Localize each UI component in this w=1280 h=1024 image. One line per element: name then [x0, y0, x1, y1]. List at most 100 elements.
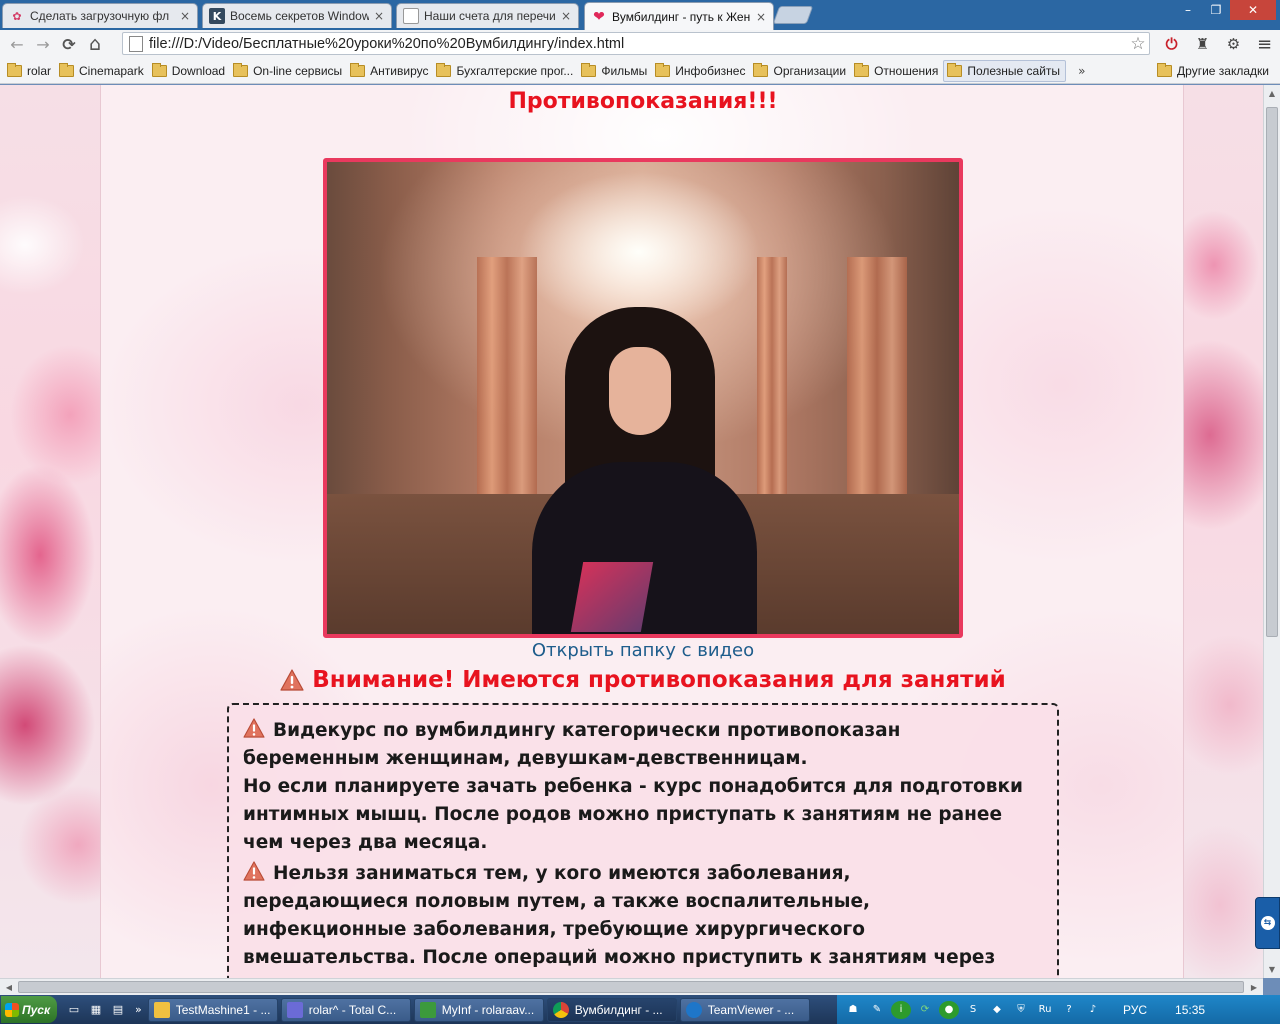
bookmark-rolar[interactable]: rolar	[4, 60, 56, 82]
extension-gear-icon[interactable]: ⚙	[1218, 32, 1249, 56]
bookmark-download[interactable]: Download	[149, 60, 230, 82]
maximize-button[interactable]: ❐	[1202, 0, 1230, 20]
start-button[interactable]: Пуск	[1, 996, 57, 1023]
url-input[interactable]	[149, 35, 1127, 52]
language-ru-icon[interactable]: Ru	[1035, 1001, 1055, 1019]
tab-title: Сделать загрузочную фл	[30, 9, 170, 23]
bookmarks-bar: rolar Cinemapark Download On-line сервис…	[0, 58, 1280, 84]
minimize-button[interactable]: –	[1174, 0, 1202, 20]
bookmark-accounting[interactable]: Бухгалтерские прог...	[433, 60, 578, 82]
windows-logo-icon	[5, 1002, 19, 1017]
tab-title: Наши счета для перечис	[424, 9, 556, 23]
open-video-folder-link[interactable]: Открыть папку с видео	[101, 640, 1185, 661]
tab-close-icon[interactable]: ×	[560, 9, 572, 23]
task-myinf[interactable]: MyInf - rolaraav...	[413, 997, 544, 1022]
bookmark-label: On-line сервисы	[253, 63, 343, 78]
horizontal-scrollbar[interactable]: ◀ ▶	[0, 978, 1263, 995]
scroll-down-arrow-icon[interactable]: ▼	[1264, 961, 1280, 978]
bookmark-organizations[interactable]: Организации	[750, 60, 851, 82]
chrome-icon	[552, 1001, 569, 1018]
warning-line: Но если планируете зачать ребенка - курс…	[243, 776, 1023, 797]
forward-button[interactable]: →	[30, 32, 56, 56]
task-teamviewer[interactable]: TeamViewer - ...	[679, 997, 810, 1022]
network-icon[interactable]: ☗	[843, 1001, 863, 1019]
home-button[interactable]: ⌂	[82, 32, 108, 56]
task-chrome-wombuilding[interactable]: Вумбилдинг - ...	[546, 997, 677, 1022]
bookmark-label: Отношения	[874, 63, 939, 78]
pen-icon[interactable]: ✎	[867, 1001, 887, 1019]
back-button[interactable]: ←	[4, 32, 30, 56]
video-player[interactable]	[323, 158, 963, 638]
info-icon[interactable]: i	[891, 1000, 911, 1019]
warning-box: Видекурс по вумбилдингу категорически пр…	[227, 703, 1059, 978]
folder-icon	[153, 1001, 170, 1018]
warning-heading-text: Внимание! Имеются противопоказания для з…	[312, 667, 1006, 693]
bookmark-films[interactable]: Фильмы	[578, 60, 652, 82]
total-commander-icon[interactable]: ▤	[107, 999, 129, 1021]
extension-rook-icon[interactable]: ♜	[1187, 32, 1218, 56]
vertical-scroll-thumb[interactable]	[1266, 107, 1278, 637]
clock[interactable]: 15:35	[1175, 1003, 1205, 1017]
scroll-left-arrow-icon[interactable]: ◀	[1, 980, 17, 995]
bookmark-online-services[interactable]: On-line сервисы	[230, 60, 347, 82]
flower-favicon-icon: ✿	[12, 9, 22, 23]
dropbox-icon[interactable]: ◆	[987, 1001, 1007, 1019]
folder-icon	[59, 62, 75, 77]
show-desktop-icon[interactable]: ▭	[63, 999, 85, 1021]
sync-icon[interactable]: ⟳	[915, 1001, 935, 1019]
bookmark-label: Бухгалтерские прог...	[456, 63, 574, 78]
tab-close-icon[interactable]: ×	[755, 10, 767, 24]
extension-buttons: ⏻ ♜ ⚙ ≡	[1156, 32, 1280, 56]
browser-toolbar: ← → ⟳ ⌂ ☆ ⏻ ♜ ⚙ ≡	[0, 30, 1280, 58]
antivirus-icon[interactable]: ●	[939, 1000, 959, 1019]
task-label: Вумбилдинг - ...	[574, 1002, 663, 1017]
scroll-right-arrow-icon[interactable]: ▶	[1246, 980, 1262, 995]
video-scene	[609, 347, 671, 435]
vertical-scrollbar[interactable]: ▲ ▼	[1263, 85, 1280, 978]
tab-active[interactable]: ❤ Вумбилдинг - путь к Жен ×	[584, 2, 774, 30]
tab-close-icon[interactable]: ×	[179, 9, 191, 23]
bookmark-cinemapark[interactable]: Cinemapark	[56, 60, 149, 82]
explorer-icon[interactable]: ▦	[85, 999, 107, 1021]
horizontal-scroll-thumb[interactable]	[18, 981, 1244, 993]
video-scene	[570, 562, 654, 632]
warning-line: инфекционные заболевания, требующие хиру…	[243, 919, 865, 940]
window-controls: – ❐ ✕	[1174, 0, 1276, 20]
keyboard-language-indicator[interactable]: РУС	[1123, 1003, 1147, 1017]
help-icon[interactable]: ?	[1059, 1001, 1079, 1019]
scroll-up-arrow-icon[interactable]: ▲	[1264, 85, 1280, 102]
warning-line: беременным женщинам, девушкам-девственни…	[243, 748, 808, 769]
tab-2[interactable]: K Восемь секретов Window ×	[202, 3, 392, 28]
folder-icon	[233, 62, 249, 77]
bookmark-antivirus[interactable]: Антивирус	[347, 60, 433, 82]
task-total-commander[interactable]: rolar^ - Total C...	[280, 997, 411, 1022]
shield-icon[interactable]: ⛨	[1011, 1001, 1031, 1019]
bookmarks-overflow-button[interactable]: »	[1078, 64, 1085, 78]
bookmark-label: rolar	[27, 63, 52, 78]
menu-icon[interactable]: ≡	[1249, 32, 1280, 56]
bookmark-relations[interactable]: Отношения	[851, 60, 943, 82]
warning-line: интимных мышц. После родов можно приступ…	[243, 804, 1002, 825]
reload-button[interactable]: ⟳	[56, 32, 82, 56]
bookmark-infobusiness[interactable]: Инфобизнес	[652, 60, 750, 82]
warning-line: чем через два месяца.	[243, 832, 488, 853]
address-bar[interactable]: ☆	[122, 32, 1150, 55]
bookmark-useful-sites[interactable]: Полезные сайты	[943, 59, 1067, 82]
tab-3[interactable]: Наши счета для перечис ×	[396, 3, 579, 28]
warning-text: Нельзя заниматься тем, у кого имеются за…	[273, 863, 851, 884]
close-window-button[interactable]: ✕	[1230, 0, 1276, 20]
tab-1[interactable]: ✿ Сделать загрузочную фл ×	[2, 3, 198, 28]
tab-close-icon[interactable]: ×	[373, 9, 385, 23]
task-testmashine[interactable]: TestMashine1 - ...	[147, 997, 278, 1022]
quick-launch-more-button[interactable]: »	[135, 1003, 142, 1016]
teamviewer-panel-handle[interactable]: ⇆	[1255, 897, 1280, 949]
skype-icon[interactable]: S	[963, 1001, 983, 1019]
extension-power-icon[interactable]: ⏻	[1156, 32, 1187, 56]
bookmark-other[interactable]: Другие закладки	[1154, 60, 1274, 82]
bookmark-star-icon[interactable]: ☆	[1127, 34, 1149, 54]
volume-icon[interactable]: ♪	[1083, 1001, 1103, 1019]
new-tab-button[interactable]	[772, 6, 814, 24]
task-label: rolar^ - Total C...	[308, 1002, 397, 1017]
folder-icon	[947, 62, 963, 77]
warning-icon	[243, 718, 265, 738]
